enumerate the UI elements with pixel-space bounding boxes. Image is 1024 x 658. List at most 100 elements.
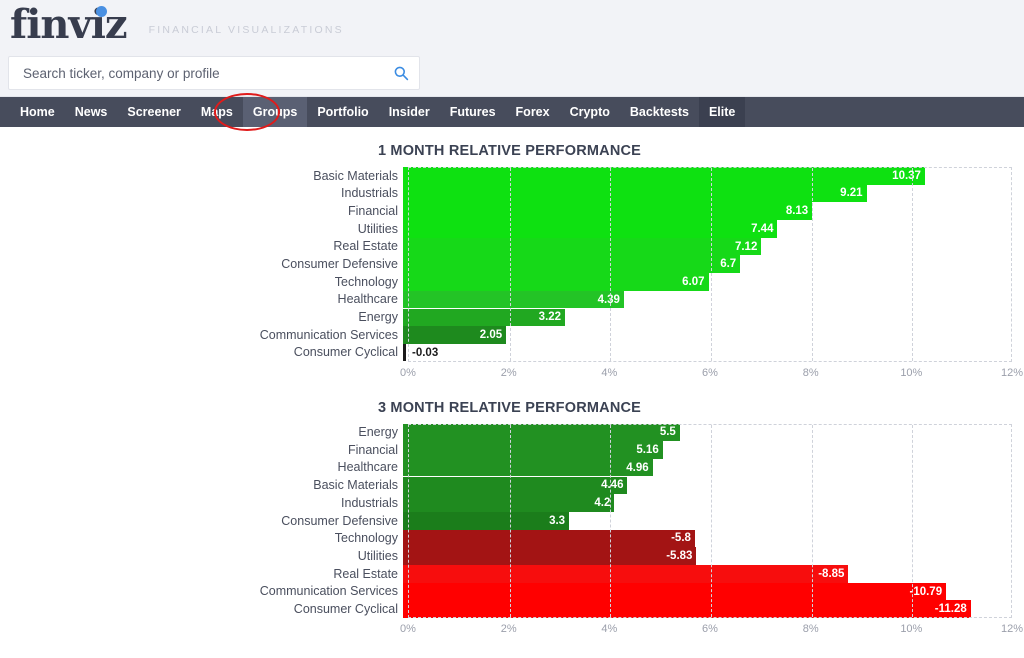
bar[interactable]: 4.96 xyxy=(403,458,653,477)
category-label: Communication Services xyxy=(259,327,398,342)
x-tick-label: 4% xyxy=(601,623,618,636)
bar[interactable]: -5.8 xyxy=(403,529,695,548)
bar[interactable]: 3.22 xyxy=(403,308,566,326)
bar[interactable]: -10.79 xyxy=(403,582,947,601)
finviz-logo[interactable]: finviz xyxy=(8,5,128,45)
nav-item-portfolio[interactable]: Portfolio xyxy=(307,97,378,127)
site-header: finviz FINANCIAL VISUALIZATIONS Search t… xyxy=(0,0,1024,97)
x-tick-label: 6% xyxy=(702,623,718,636)
nav-item-groups[interactable]: Groups xyxy=(242,97,308,127)
chart-2: 3 MONTH RELATIVE PERFORMANCE Energy 5.5 Fin… xyxy=(0,384,1024,641)
category-label: Communication Services xyxy=(259,584,398,599)
x-tick-label: 2% xyxy=(500,623,517,636)
bar-value-label: 9.21 xyxy=(840,187,863,200)
chart-title: 1 MONTH RELATIVE PERFORMANCE xyxy=(377,143,642,159)
x-tick-label: 0% xyxy=(400,623,416,636)
bar-row: Industrials 9.21 xyxy=(5,184,1019,203)
bar-track: -8.85 xyxy=(403,565,1014,583)
nav-item-maps[interactable]: Maps xyxy=(191,97,243,127)
category-label: Consumer Cyclical xyxy=(293,601,398,616)
chart-title: 3 MONTH RELATIVE PERFORMANCE xyxy=(377,399,642,416)
bar[interactable]: 5.5 xyxy=(403,423,680,442)
bar-value-label: -5.8 xyxy=(671,532,691,545)
bar[interactable]: 5.16 xyxy=(403,441,663,459)
bar-track: 6.7 xyxy=(403,255,1014,273)
bar[interactable]: 7.44 xyxy=(403,220,778,238)
bar-track: -10.79 xyxy=(403,582,1014,601)
nav-item-futures[interactable]: Futures xyxy=(440,97,506,127)
category-label: Real Estate xyxy=(333,566,398,581)
category-label: Consumer Defensive xyxy=(281,256,398,271)
brand-block: finviz FINANCIAL VISUALIZATIONS xyxy=(8,5,344,45)
bar[interactable]: 4.46 xyxy=(403,476,628,495)
bar[interactable]: 10.37 xyxy=(403,167,925,185)
category-label: Healthcare xyxy=(337,460,398,475)
bar[interactable]: 7.12 xyxy=(403,237,762,256)
nav-item-elite[interactable]: Elite xyxy=(698,97,746,127)
bar-track: 10.37 xyxy=(403,167,1014,185)
bar[interactable]: 4.2 xyxy=(403,494,615,512)
category-label: Consumer Defensive xyxy=(281,513,398,528)
bar-track: 4.46 xyxy=(403,476,1014,495)
bar-row: Energy 3.22 xyxy=(5,308,1019,326)
nav-item-forex[interactable]: Forex xyxy=(506,97,560,127)
nav-item-backtests[interactable]: Backtests xyxy=(620,97,699,127)
bar-track: 5.5 xyxy=(403,423,1014,442)
bar-track: 2.05 xyxy=(403,326,1014,344)
brand-tagline: FINANCIAL VISUALIZATIONS xyxy=(148,24,344,36)
bar[interactable]: -0.03 xyxy=(403,343,438,362)
bar-row: Technology -5.8 xyxy=(5,529,1019,548)
category-label: Real Estate xyxy=(333,239,398,254)
nav-item-screener[interactable]: Screener xyxy=(117,97,191,127)
search-box[interactable]: Search ticker, company or profile xyxy=(8,56,420,90)
bar-row: Utilities 7.44 xyxy=(5,220,1019,238)
bar-value-label: 4.96 xyxy=(626,461,649,474)
nav-item-crypto[interactable]: Crypto xyxy=(560,97,620,127)
main-navigation: Home News Screener Maps Groups Portfolio Insid… xyxy=(0,93,1024,131)
nav-item-home[interactable]: Home xyxy=(10,97,65,127)
bar[interactable]: 4.39 xyxy=(403,290,624,309)
bar[interactable]: 6.07 xyxy=(403,273,709,291)
bar-value-label: 6.7 xyxy=(720,258,737,271)
bar[interactable]: -8.85 xyxy=(403,565,849,583)
bar[interactable]: -5.83 xyxy=(403,547,697,565)
x-axis-ticks: 0% 2% 4% 6% 8% 10% 12% xyxy=(400,620,1023,640)
bar-value-label: 10.37 xyxy=(892,169,921,182)
bar[interactable]: 8.13 xyxy=(403,202,813,220)
bar-track: 7.44 xyxy=(403,220,1014,238)
bar[interactable]: 3.3 xyxy=(403,512,570,530)
nav-item-news[interactable]: News xyxy=(65,97,118,127)
category-label: Utilities xyxy=(357,221,398,236)
bar-row: Consumer Cyclical -0.03 xyxy=(5,343,1019,362)
bar-row: Basic Materials 10.37 xyxy=(5,167,1019,185)
bar-track: -11.28 xyxy=(403,600,1014,618)
bar[interactable]: -11.28 xyxy=(403,600,971,618)
bar-track: 9.21 xyxy=(403,184,1014,203)
x-tick-label: 8% xyxy=(802,366,819,379)
bar-row: Financial 5.16 xyxy=(5,441,1019,459)
bar-track: 3.3 xyxy=(403,512,1014,530)
bar-value-label: 3.3 xyxy=(549,514,566,527)
bar-value-label: 7.12 xyxy=(734,240,758,253)
x-tick-label: 12% xyxy=(1000,366,1024,379)
x-tick-label: 10% xyxy=(900,366,923,379)
category-label: Financial xyxy=(347,203,398,218)
bar[interactable]: 9.21 xyxy=(403,184,867,203)
bar-row: Basic Materials 4.46 xyxy=(5,476,1019,495)
search-input[interactable]: Search ticker, company or profile xyxy=(23,66,393,81)
bar-value-label: 4.46 xyxy=(601,479,624,492)
search-icon[interactable] xyxy=(393,65,409,81)
logo-dot-icon xyxy=(95,6,107,17)
plot-area: Energy 5.5 Financial 5.16 Healthcare 4.96 Basi… xyxy=(5,423,1023,641)
x-tick-label: 4% xyxy=(601,366,618,379)
nav-item-insider[interactable]: Insider xyxy=(379,97,440,127)
bar-track: -5.83 xyxy=(403,547,1014,565)
bar-rows: Basic Materials 10.37 Industrials 9.21 Finan… xyxy=(5,167,1019,362)
bar-row: Utilities -5.83 xyxy=(5,547,1019,565)
x-tick-label: 12% xyxy=(1000,623,1024,636)
category-label: Consumer Cyclical xyxy=(293,345,398,360)
bar[interactable]: 2.05 xyxy=(403,326,507,344)
bar-value-label: -5.83 xyxy=(666,550,693,563)
bar[interactable]: 6.7 xyxy=(403,255,741,273)
bar-row: Technology 6.07 xyxy=(5,273,1019,291)
